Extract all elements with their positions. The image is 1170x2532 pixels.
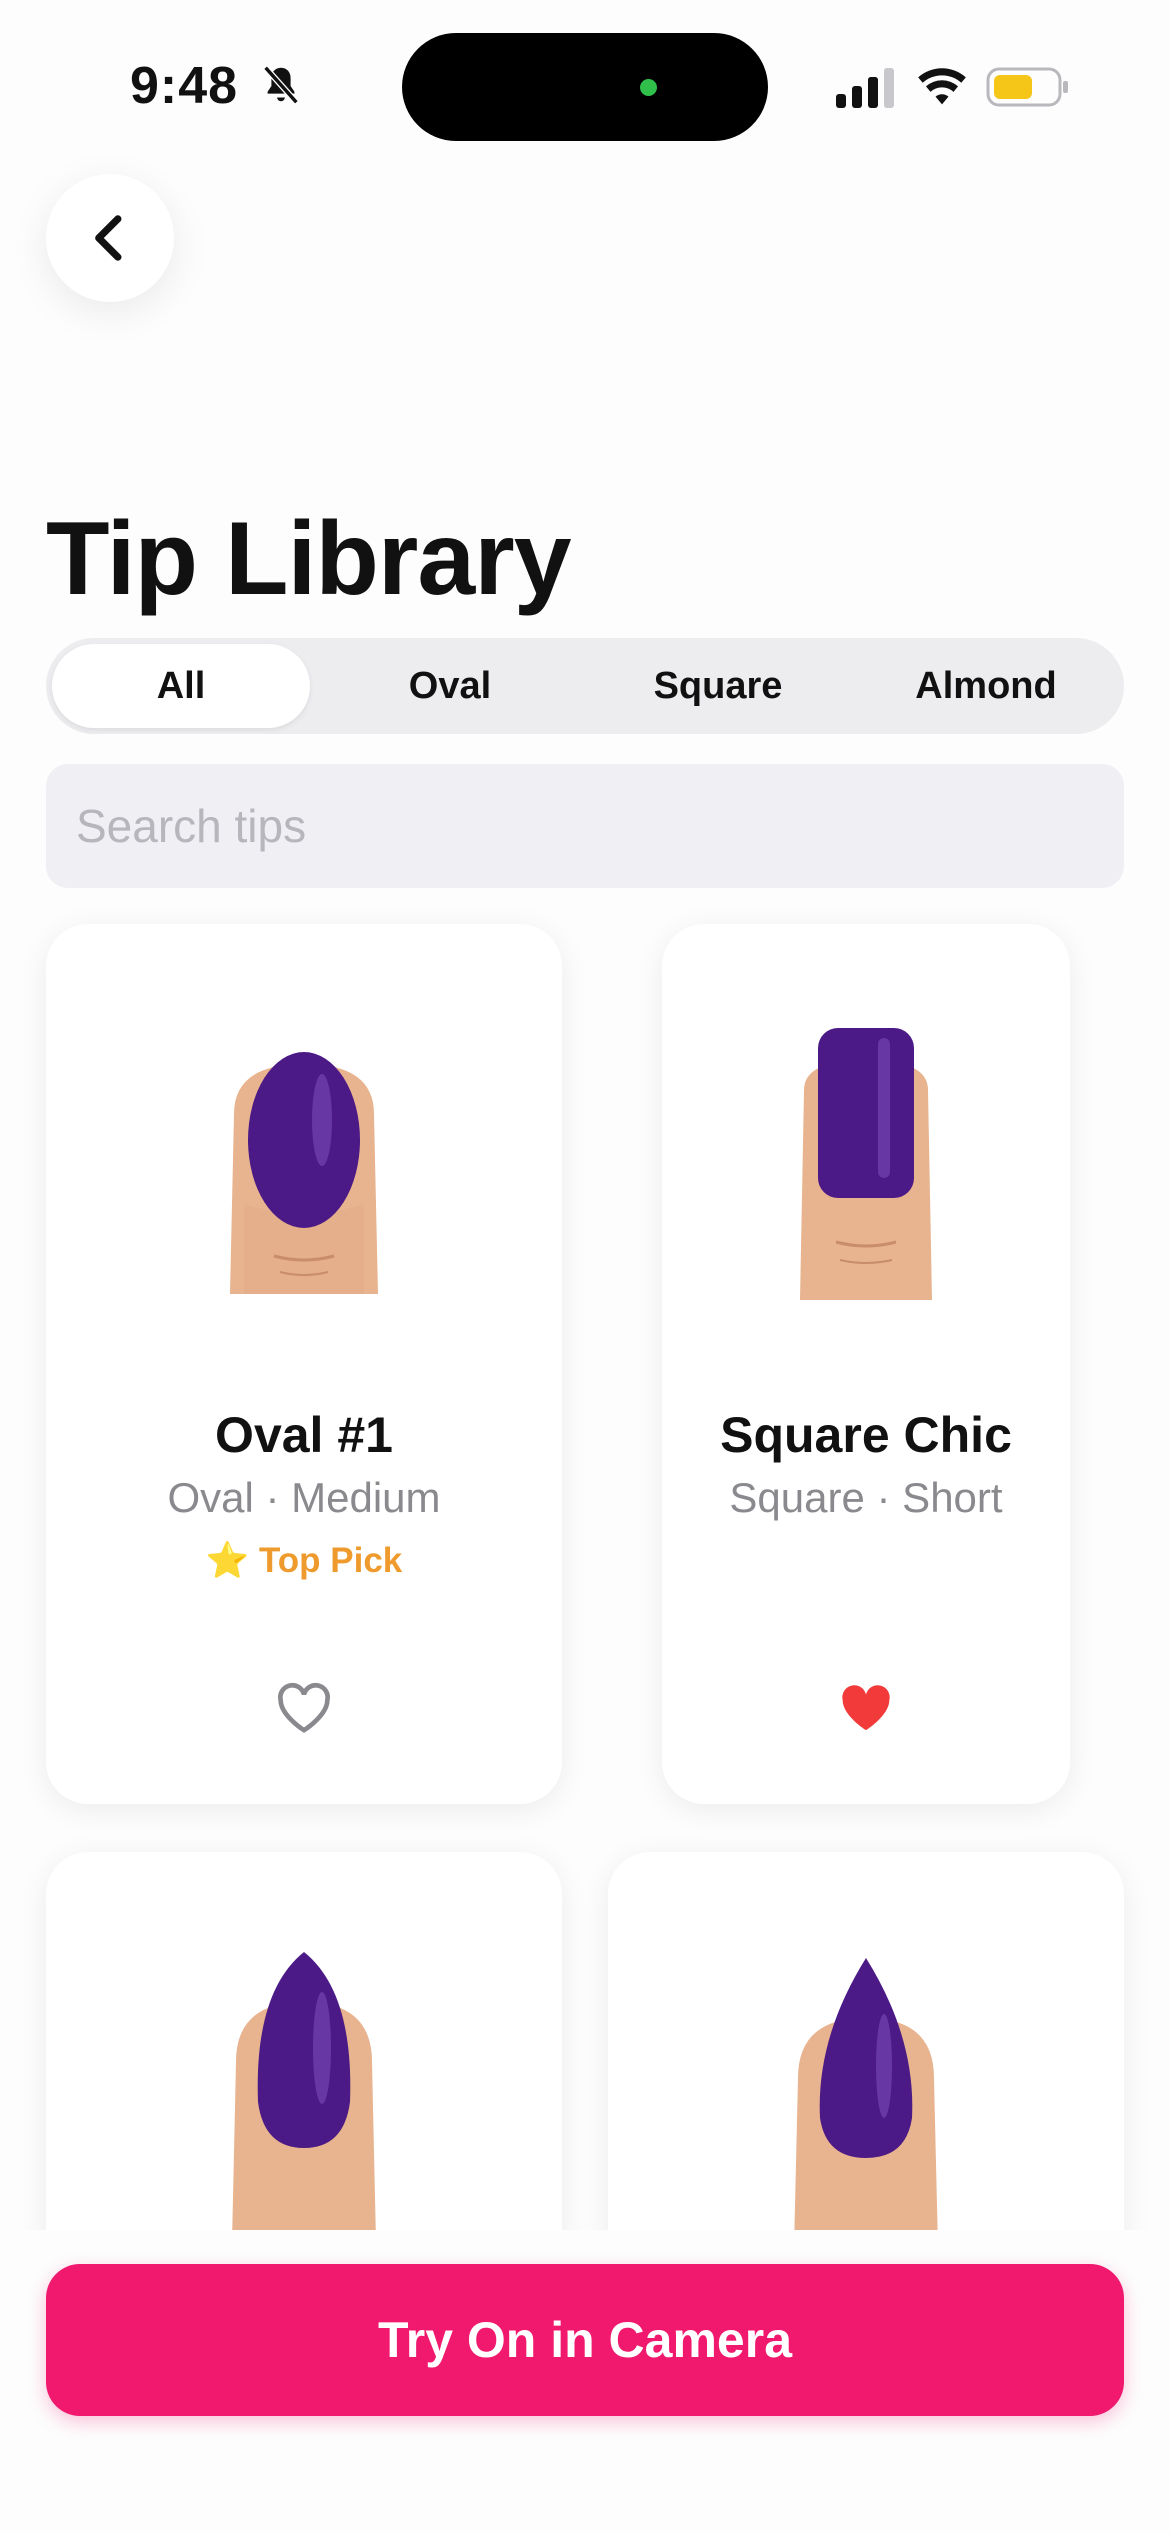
try-on-camera-button[interactable]: Try On in Camera [46,2264,1124,2416]
heart-filled-icon[interactable] [838,1682,894,1734]
tip-name: Square Chic [720,1407,1012,1463]
heart-outline-icon[interactable] [276,1682,332,1734]
tip-card-oval-1[interactable]: Oval #1 Oval · Medium ⭐ Top Pick [46,924,562,1804]
tab-almond[interactable]: Almond [857,644,1115,728]
status-bar: 9:48 [0,0,1170,141]
cellular-signal-icon [836,68,894,108]
tip-name: Oval #1 [215,1407,393,1463]
stiletto-nail-image [794,1958,938,2248]
tip-card-square-chic[interactable]: Square Chic Square · Short [662,924,1070,1804]
shape-filter-tabs: All Oval Square Almond [46,638,1124,734]
status-time: 9:48 [130,57,239,115]
almond-nail-image [232,1952,376,2242]
camera-indicator-dot [640,79,657,96]
wifi-icon [918,68,966,105]
tip-subtitle: Oval · Medium [167,1474,441,1521]
chevron-left-icon [95,215,122,261]
search-input[interactable] [46,764,1124,888]
tab-all[interactable]: All [52,644,310,728]
bell-slash-icon [263,65,299,105]
oval-nail-image [230,1052,378,1294]
tab-square[interactable]: Square [589,644,847,728]
tip-subtitle: Square · Short [729,1474,1003,1521]
top-pick-badge: ⭐ Top Pick [205,1541,403,1580]
square-nail-image [800,1028,932,1300]
page-title: Tip Library [46,501,572,617]
dynamic-island [402,33,768,141]
back-button[interactable] [46,174,174,302]
battery-icon [986,67,1068,107]
tab-oval[interactable]: Oval [321,644,579,728]
